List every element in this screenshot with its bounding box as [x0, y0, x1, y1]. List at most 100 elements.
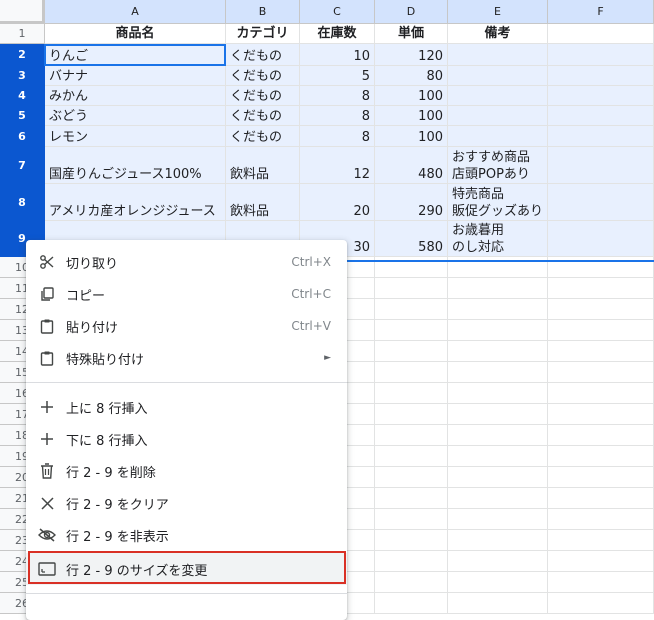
menu-item-insert-below[interactable]: 下に 8 行挿入: [26, 423, 347, 455]
cell-f22[interactable]: [548, 509, 654, 530]
cell-e8[interactable]: 特売商品 販促グッズあり: [448, 184, 548, 221]
cell-e12[interactable]: [448, 299, 548, 320]
cell-e6[interactable]: [448, 126, 548, 147]
cell-d25[interactable]: [375, 572, 448, 593]
cell-f20[interactable]: [548, 467, 654, 488]
cell-b4[interactable]: くだもの: [226, 86, 300, 106]
cell-c8[interactable]: 20: [300, 184, 375, 221]
cell-d17[interactable]: [375, 404, 448, 425]
cell-e4[interactable]: [448, 86, 548, 106]
cell-e1[interactable]: 備考: [448, 24, 548, 44]
cell-e3[interactable]: [448, 66, 548, 86]
cell-a8[interactable]: アメリカ産オレンジジュース: [45, 184, 226, 221]
cell-e11[interactable]: [448, 278, 548, 299]
cell-d9[interactable]: 580: [375, 221, 448, 257]
cell-e18[interactable]: [448, 425, 548, 446]
cell-c4[interactable]: 8: [300, 86, 375, 106]
cell-f13[interactable]: [548, 320, 654, 341]
cell-e15[interactable]: [448, 362, 548, 383]
cell-d14[interactable]: [375, 341, 448, 362]
cell-f15[interactable]: [548, 362, 654, 383]
cell-b8[interactable]: 飲料品: [226, 184, 300, 221]
cell-b5[interactable]: くだもの: [226, 106, 300, 126]
cell-e2[interactable]: [448, 44, 548, 66]
cell-e13[interactable]: [448, 320, 548, 341]
cell-c3[interactable]: 5: [300, 66, 375, 86]
row-header[interactable]: 5: [0, 106, 45, 126]
cell-e9[interactable]: お歳暮用 のし対応: [448, 221, 548, 257]
row-header[interactable]: 1: [0, 24, 45, 44]
select-all-corner[interactable]: [0, 0, 45, 24]
cell-e16[interactable]: [448, 383, 548, 404]
cell-f19[interactable]: [548, 446, 654, 467]
cell-f24[interactable]: [548, 551, 654, 572]
cell-b7[interactable]: 飲料品: [226, 147, 300, 184]
cell-d12[interactable]: [375, 299, 448, 320]
cell-e20[interactable]: [448, 467, 548, 488]
cell-f8[interactable]: [548, 184, 654, 221]
menu-item-hide-rows[interactable]: 行 2 - 9 を非表示: [26, 519, 347, 551]
cell-d4[interactable]: 100: [375, 86, 448, 106]
cell-e23[interactable]: [448, 530, 548, 551]
cell-f6[interactable]: [548, 126, 654, 147]
cell-f9[interactable]: [548, 221, 654, 257]
cell-d1[interactable]: 単価: [375, 24, 448, 44]
menu-item-cut[interactable]: 切り取り Ctrl+X: [26, 246, 347, 278]
menu-item-paste-special[interactable]: 特殊貼り付け ►: [26, 342, 347, 374]
cell-f5[interactable]: [548, 106, 654, 126]
menu-item-copy[interactable]: コピー Ctrl+C: [26, 278, 347, 310]
cell-c5[interactable]: 8: [300, 106, 375, 126]
cell-f3[interactable]: [548, 66, 654, 86]
menu-item-delete-rows[interactable]: 行 2 - 9 を削除: [26, 455, 347, 487]
cell-f18[interactable]: [548, 425, 654, 446]
cell-f7[interactable]: [548, 147, 654, 184]
column-header-d[interactable]: D: [375, 0, 448, 24]
cell-c6[interactable]: 8: [300, 126, 375, 147]
cell-f1[interactable]: [548, 24, 654, 44]
cell-d3[interactable]: 80: [375, 66, 448, 86]
cell-c2[interactable]: 10: [300, 44, 375, 66]
cell-a3[interactable]: バナナ: [45, 66, 226, 86]
row-header[interactable]: 4: [0, 86, 45, 106]
cell-d21[interactable]: [375, 488, 448, 509]
cell-b1[interactable]: カテゴリ: [226, 24, 300, 44]
cell-c1[interactable]: 在庫数: [300, 24, 375, 44]
cell-b6[interactable]: くだもの: [226, 126, 300, 147]
cell-d19[interactable]: [375, 446, 448, 467]
cell-a7[interactable]: 国産りんごジュース100%: [45, 147, 226, 184]
cell-d16[interactable]: [375, 383, 448, 404]
cell-b2[interactable]: くだもの: [226, 44, 300, 66]
cell-e22[interactable]: [448, 509, 548, 530]
cell-f11[interactable]: [548, 278, 654, 299]
cell-d6[interactable]: 100: [375, 126, 448, 147]
cell-f16[interactable]: [548, 383, 654, 404]
cell-e24[interactable]: [448, 551, 548, 572]
column-header-e[interactable]: E: [448, 0, 548, 24]
row-header[interactable]: 7: [0, 147, 45, 184]
row-header[interactable]: 2: [0, 44, 45, 66]
cell-d15[interactable]: [375, 362, 448, 383]
cell-a2[interactable]: りんご: [45, 44, 226, 66]
cell-e25[interactable]: [448, 572, 548, 593]
cell-a6[interactable]: レモン: [45, 126, 226, 147]
column-header-c[interactable]: C: [300, 0, 375, 24]
cell-f17[interactable]: [548, 404, 654, 425]
cell-d24[interactable]: [375, 551, 448, 572]
menu-item-clear-rows[interactable]: 行 2 - 9 をクリア: [26, 487, 347, 519]
cell-d20[interactable]: [375, 467, 448, 488]
column-header-b[interactable]: B: [226, 0, 300, 24]
cell-d2[interactable]: 120: [375, 44, 448, 66]
cell-e14[interactable]: [448, 341, 548, 362]
cell-f21[interactable]: [548, 488, 654, 509]
column-header-f[interactable]: F: [548, 0, 654, 24]
cell-f12[interactable]: [548, 299, 654, 320]
cell-d8[interactable]: 290: [375, 184, 448, 221]
cell-d18[interactable]: [375, 425, 448, 446]
row-header[interactable]: 6: [0, 126, 45, 147]
cell-c7[interactable]: 12: [300, 147, 375, 184]
column-header-a[interactable]: A: [45, 0, 226, 24]
cell-a5[interactable]: ぶどう: [45, 106, 226, 126]
cell-e7[interactable]: おすすめ商品 店頭POPあり: [448, 147, 548, 184]
cell-a1[interactable]: 商品名: [45, 24, 226, 44]
cell-d23[interactable]: [375, 530, 448, 551]
